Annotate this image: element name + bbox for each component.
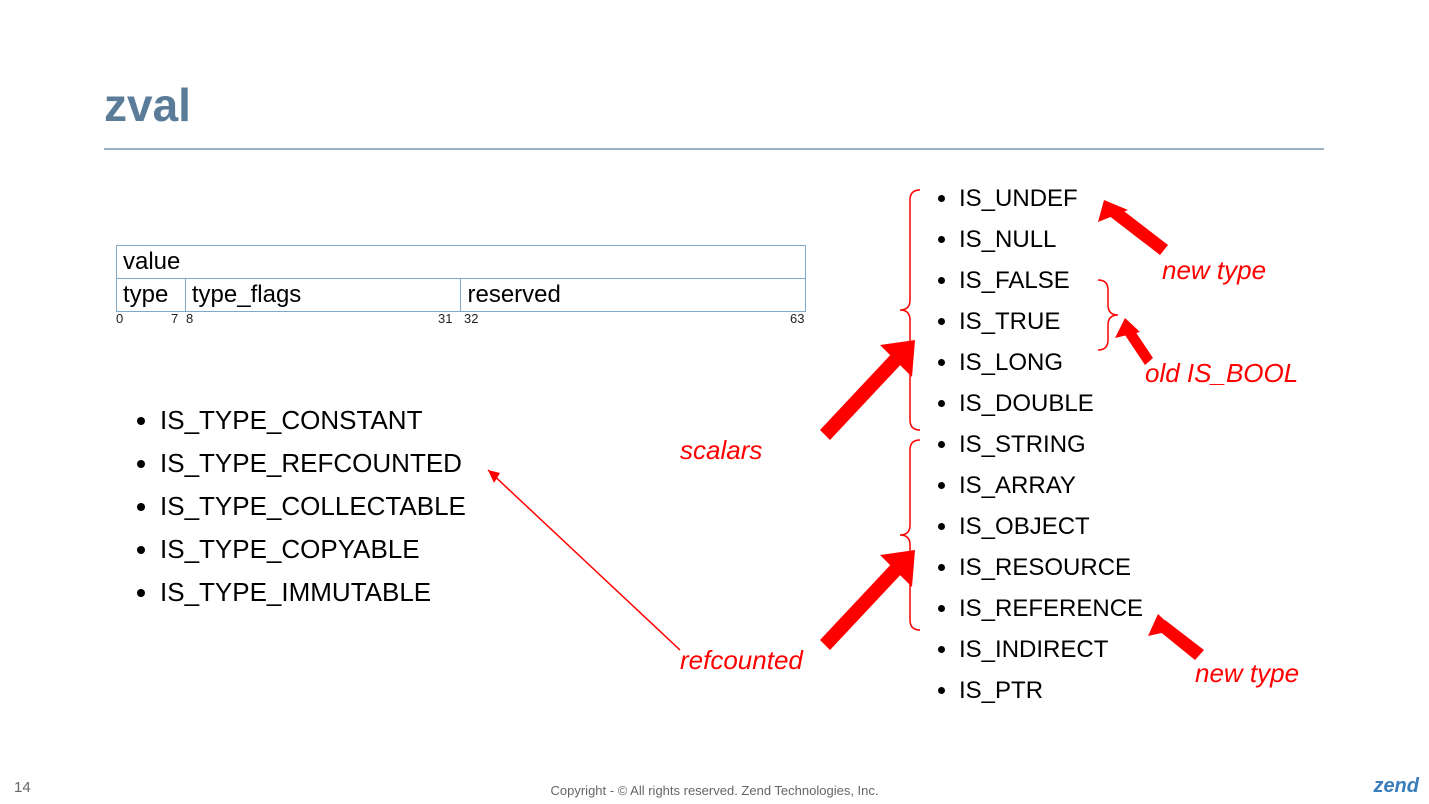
list-item: IS_TYPE_COLLECTABLE: [160, 491, 466, 522]
refcounted-link-arrow-icon: [488, 470, 680, 650]
list-item: IS_RESOURCE: [959, 554, 1143, 582]
bit-63: 63: [790, 311, 804, 326]
list-item: IS_TRUE: [959, 308, 1143, 336]
struct-reserved-cell: reserved: [461, 279, 806, 312]
list-item: IS_ARRAY: [959, 472, 1143, 500]
copyright-footer: Copyright - © All rights reserved. Zend …: [0, 783, 1429, 798]
list-item: IS_LONG: [959, 349, 1143, 377]
new-type-label-1: new type: [1162, 255, 1266, 286]
type-flags-list: IS_TYPE_CONSTANT IS_TYPE_REFCOUNTED IS_T…: [130, 405, 466, 620]
new-type-2-arrow-icon: [1148, 614, 1204, 660]
types-list: IS_UNDEF IS_NULL IS_FALSE IS_TRUE IS_LON…: [925, 185, 1143, 718]
scalars-arrow-icon: [820, 340, 915, 440]
list-item: IS_NULL: [959, 226, 1143, 254]
bit-31: 31: [438, 311, 452, 326]
bit-7: 7: [171, 311, 178, 326]
title-underline: [104, 148, 1324, 150]
struct-type-cell: type: [117, 279, 186, 312]
list-item: IS_REFERENCE: [959, 595, 1143, 623]
list-item: IS_UNDEF: [959, 185, 1143, 213]
list-item: IS_TYPE_COPYABLE: [160, 534, 466, 565]
list-item: IS_STRING: [959, 431, 1143, 459]
refcounted-brace-icon: [900, 440, 920, 630]
list-item: IS_DOUBLE: [959, 390, 1143, 418]
old-is-bool-label: old IS_BOOL: [1145, 358, 1298, 389]
scalars-brace-icon: [900, 190, 920, 430]
list-item: IS_PTR: [959, 677, 1143, 705]
list-item: IS_FALSE: [959, 267, 1143, 295]
list-item: IS_TYPE_REFCOUNTED: [160, 448, 466, 479]
list-item: IS_TYPE_CONSTANT: [160, 405, 466, 436]
refcounted-label: refcounted: [680, 645, 803, 676]
bit-8: 8: [186, 311, 193, 326]
list-item: IS_TYPE_IMMUTABLE: [160, 577, 466, 608]
list-item: IS_INDIRECT: [959, 636, 1143, 664]
list-item: IS_OBJECT: [959, 513, 1143, 541]
bit-0: 0: [116, 311, 123, 326]
zval-struct-table: value type type_flags reserved: [116, 245, 806, 312]
refcounted-arrow-icon: [820, 550, 915, 650]
bit-32: 32: [464, 311, 478, 326]
struct-value-cell: value: [117, 246, 806, 279]
new-type-label-2: new type: [1195, 658, 1299, 689]
scalars-label: scalars: [680, 435, 762, 466]
slide-title: zval: [104, 78, 191, 132]
struct-typeflags-cell: type_flags: [185, 279, 461, 312]
zend-logo: zend: [1373, 775, 1419, 798]
